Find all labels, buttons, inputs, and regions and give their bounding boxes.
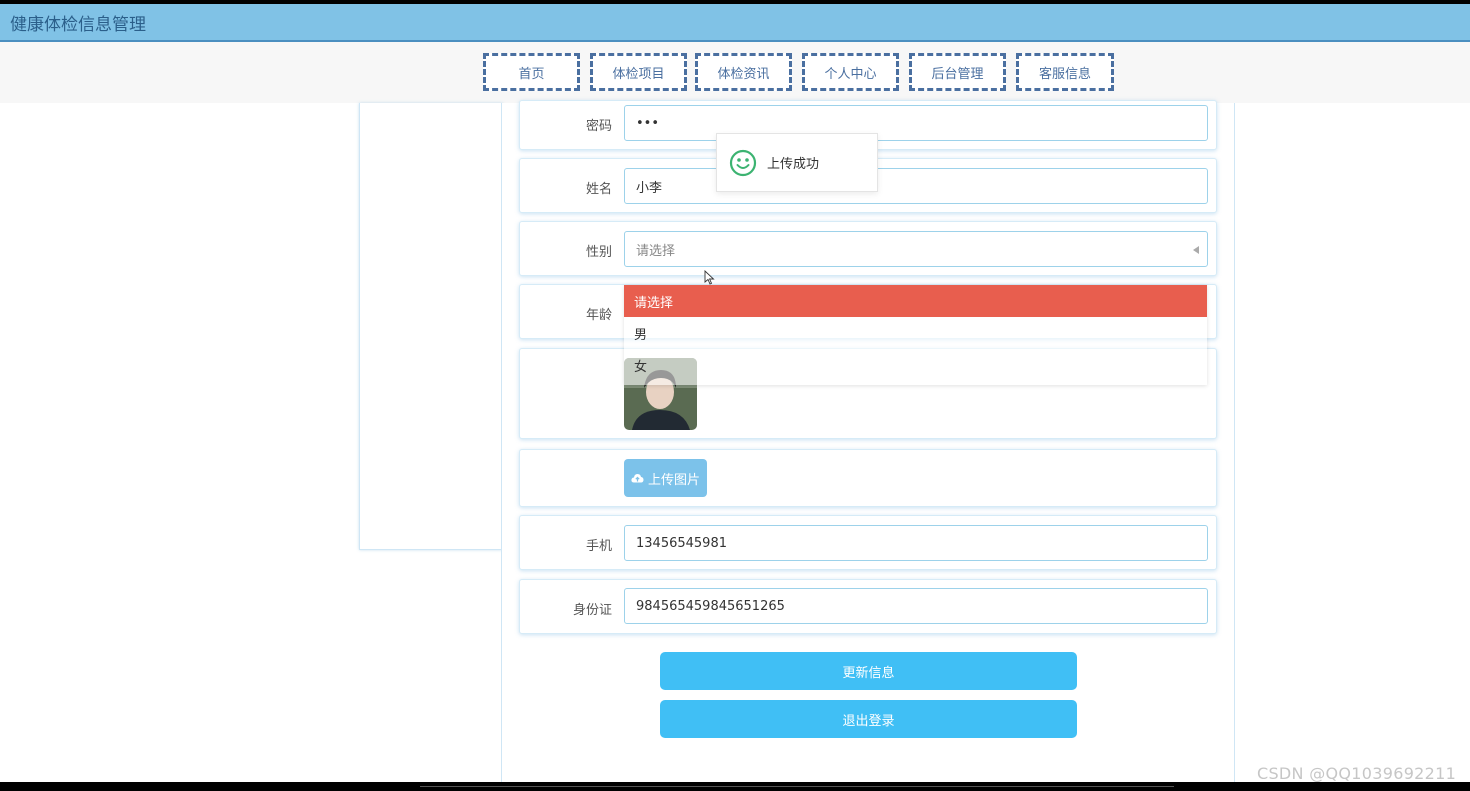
upload-image-label: 上传图片 [647,472,700,488]
gender-row: 性别 请选择 [519,221,1217,276]
nav-home[interactable]: 首页 [483,53,580,91]
password-label: 密码 [585,119,612,134]
watermark: CSDN @QQ1039692211 [1257,764,1457,782]
gender-label: 性别 [585,245,612,260]
name-field[interactable]: 小李 [624,168,1208,204]
gender-option-male[interactable]: 男 [624,317,1207,349]
mouse-pointer-icon [704,270,715,285]
screen: 健康体检信息管理 首页 体检项目 体检资讯 个人中心 后台管理 客服信息 密码 … [0,4,1470,782]
dropdown-arrow-icon [1193,246,1199,254]
name-label: 姓名 [585,182,612,197]
side-panel [359,103,503,550]
gender-dropdown: 请选择 男 女 [624,285,1207,385]
id-card-field[interactable]: 984565459845651265 [624,588,1208,624]
logout-button[interactable]: 退出登录 [660,700,1077,738]
nav-personal-center[interactable]: 个人中心 [802,53,899,91]
app-header: 健康体检信息管理 [0,4,1470,42]
app-title: 健康体检信息管理 [10,15,146,35]
gender-option-placeholder[interactable]: 请选择 [624,285,1207,317]
success-toast: 上传成功 [716,133,878,192]
phone-field[interactable]: 13456545981 [624,525,1208,561]
update-info-button[interactable]: 更新信息 [660,652,1077,690]
gender-select[interactable]: 请选择 [624,231,1208,267]
gender-select-value: 请选择 [636,243,676,259]
password-field[interactable]: ••• [624,105,1208,141]
cloud-upload-icon [631,474,644,483]
nav-exam-news[interactable]: 体检资讯 [695,53,792,91]
smile-icon [729,149,757,176]
nav-bar: 首页 体检项目 体检资讯 个人中心 后台管理 客服信息 [0,42,1470,103]
toast-message: 上传成功 [767,157,820,172]
upload-image-button[interactable]: 上传图片 [624,459,707,497]
nav-admin[interactable]: 后台管理 [909,53,1006,91]
phone-label: 手机 [585,539,612,554]
taskbar-line [420,786,1174,787]
nav-exam-items[interactable]: 体检项目 [590,53,687,91]
age-label: 年龄 [585,308,612,323]
gender-option-female[interactable]: 女 [624,349,1207,381]
nav-customer-service[interactable]: 客服信息 [1016,53,1114,91]
id-card-label: 身份证 [572,603,612,618]
id-card-row: 身份证 984565459845651265 [519,579,1217,634]
phone-row: 手机 13456545981 [519,515,1217,570]
